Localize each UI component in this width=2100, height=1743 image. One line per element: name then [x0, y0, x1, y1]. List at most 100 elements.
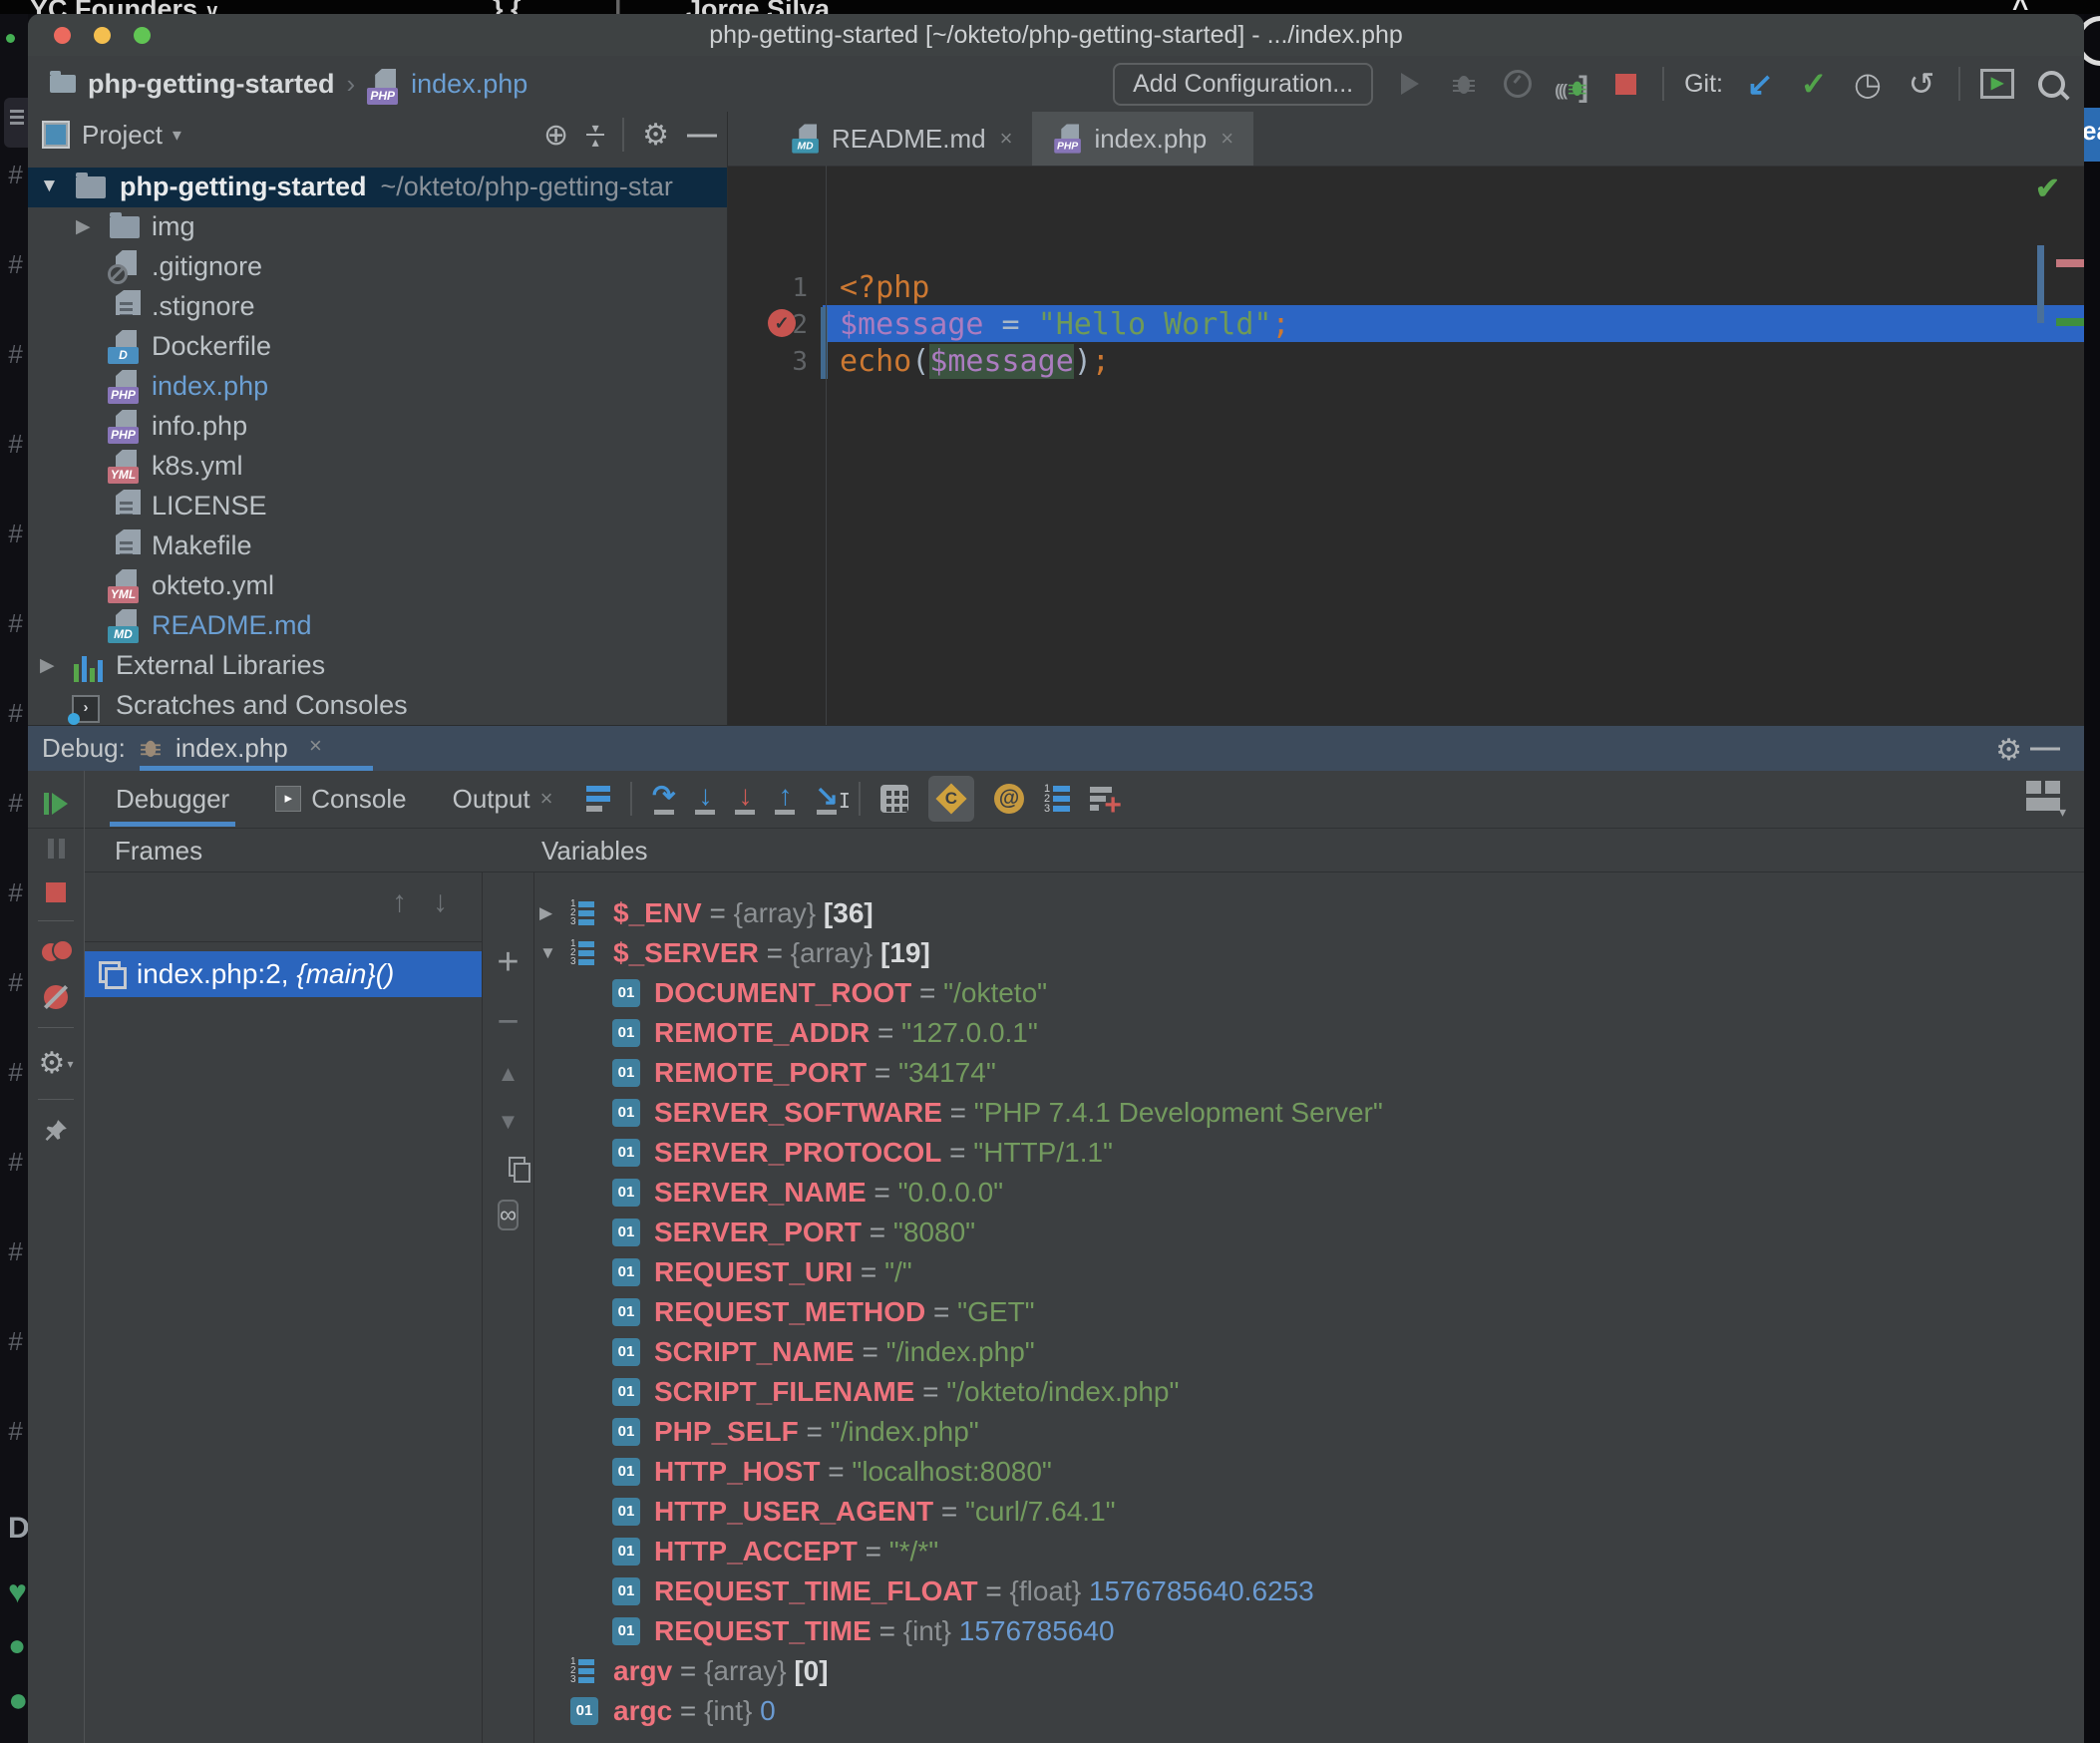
stop-icon[interactable]: [1608, 67, 1642, 101]
variable-row-http_accept[interactable]: 01HTTP_ACCEPT = "*/*": [532, 1532, 2084, 1571]
breadcrumb-file[interactable]: index.php: [411, 69, 527, 100]
variable-row-_env[interactable]: ▶123$_ENV = {array} [36]: [532, 893, 2084, 933]
tree-item-makefile[interactable]: Makefile: [28, 526, 727, 566]
chevron-right-icon[interactable]: ▶: [76, 215, 91, 238]
variable-row-php_self[interactable]: 01PHP_SELF = "/index.php": [532, 1412, 2084, 1452]
error-stripe-breakpoint-mark[interactable]: [2056, 259, 2084, 267]
tree-item-root[interactable]: ▼php-getting-started~/okteto/php-getting…: [28, 168, 727, 207]
variable-row-request_time_float[interactable]: 01REQUEST_TIME_FLOAT = {float} 157678564…: [532, 1571, 2084, 1611]
debugger-tab-debugger[interactable]: Debugger: [116, 771, 229, 827]
step-over-icon[interactable]: ↷: [652, 783, 675, 815]
tree-item-okteto-yml[interactable]: YMLokteto.yml: [28, 566, 727, 606]
layout-settings-icon[interactable]: ▾: [2026, 781, 2062, 813]
tree-item--gitignore[interactable]: .gitignore: [28, 247, 727, 287]
variable-row-script_name[interactable]: 01SCRIPT_NAME = "/index.php": [532, 1332, 2084, 1372]
close-icon[interactable]: ×: [540, 771, 553, 827]
chevron-down-icon[interactable]: ▼: [539, 933, 556, 973]
run-anything-icon[interactable]: ▶: [1980, 67, 2014, 101]
mute-breakpoints-icon[interactable]: [44, 985, 68, 1009]
debugger-tab-output[interactable]: Output×: [453, 771, 553, 827]
debugger-tab-console[interactable]: ▸Console: [275, 771, 406, 827]
breadcrumb-project[interactable]: php-getting-started: [88, 69, 334, 100]
search-everywhere-icon[interactable]: [2034, 67, 2068, 101]
tree-item-dockerfile[interactable]: DDockerfile: [28, 327, 727, 367]
history-clock-icon[interactable]: ◷: [1851, 67, 1885, 101]
editor-tab-readme-md[interactable]: MDREADME.md×: [770, 112, 1032, 166]
show-values-inline-icon[interactable]: C: [928, 776, 974, 822]
variable-row-server_protocol[interactable]: 01SERVER_PROTOCOL = "HTTP/1.1": [532, 1133, 2084, 1173]
remove-watch-icon[interactable]: −: [483, 1001, 533, 1044]
code-line-2[interactable]: $message = "Hello World";: [840, 306, 1290, 343]
code-line-3[interactable]: echo($message);: [840, 343, 1110, 380]
tree-item-license[interactable]: LICENSE: [28, 487, 727, 526]
chevron-right-icon[interactable]: ▶: [539, 893, 552, 933]
next-frame-icon[interactable]: ↓: [433, 885, 448, 919]
variable-row-request_uri[interactable]: 01REQUEST_URI = "/": [532, 1252, 2084, 1292]
error-stripe-selection-mark[interactable]: [2056, 318, 2084, 326]
show-watches-icon[interactable]: ∞: [483, 1201, 533, 1230]
add-to-watches-icon[interactable]: +: [1090, 787, 1112, 811]
step-out-icon[interactable]: ↑: [775, 783, 795, 815]
watch-return-values-icon[interactable]: @: [994, 784, 1024, 814]
chevron-down-icon[interactable]: ▼: [40, 175, 59, 197]
attach-debugger-icon[interactable]: (((]: [1555, 67, 1588, 101]
gear-icon[interactable]: ⚙: [1995, 733, 2022, 768]
add-watch-icon[interactable]: +: [483, 941, 533, 984]
locate-file-icon[interactable]: ⊕: [543, 118, 568, 153]
tree-item--stignore[interactable]: .stignore: [28, 287, 727, 327]
evaluate-expression-icon[interactable]: [880, 785, 908, 813]
step-into-icon[interactable]: ↓: [695, 783, 715, 815]
variable-row-request_time[interactable]: 01REQUEST_TIME = {int} 1576785640: [532, 1611, 2084, 1651]
stop-icon[interactable]: [46, 882, 66, 902]
pause-program-icon[interactable]: [48, 839, 65, 859]
variable-row-remote_port[interactable]: 01REMOTE_PORT = "34174": [532, 1053, 2084, 1093]
run-icon[interactable]: [1393, 67, 1427, 101]
variable-row-document_root[interactable]: 01DOCUMENT_ROOT = "/okteto": [532, 973, 2084, 1013]
code-line-1[interactable]: <?php: [840, 269, 929, 306]
tree-item-k8s-yml[interactable]: YMLk8s.yml: [28, 447, 727, 487]
hide-panel-icon[interactable]: —: [687, 118, 717, 152]
resume-program-icon[interactable]: [44, 793, 68, 815]
git-commit-icon[interactable]: ✓: [1797, 67, 1831, 101]
chevron-down-icon[interactable]: ▾: [173, 125, 181, 146]
variable-row-request_method[interactable]: 01REQUEST_METHOD = "GET": [532, 1292, 2084, 1332]
variable-row-http_user_agent[interactable]: 01HTTP_USER_AGENT = "curl/7.64.1": [532, 1492, 2084, 1532]
debug-session-tab[interactable]: index.php: [175, 733, 288, 764]
variable-row-script_filename[interactable]: 01SCRIPT_FILENAME = "/okteto/index.php": [532, 1372, 2084, 1412]
collapse-all-icon[interactable]: ▾▴: [586, 124, 604, 146]
close-icon[interactable]: ×: [1221, 126, 1233, 152]
variable-row-_server[interactable]: ▼123$_SERVER = {array} [19]: [532, 933, 2084, 973]
gear-icon[interactable]: ⚙: [642, 118, 669, 153]
run-to-cursor-icon[interactable]: ↘I: [815, 783, 838, 815]
tree-item-external-libraries[interactable]: ▶External Libraries: [28, 646, 727, 686]
close-icon[interactable]: ×: [1000, 126, 1013, 152]
move-watch-down-icon[interactable]: ▼: [483, 1109, 533, 1135]
show-execution-point-icon[interactable]: [586, 786, 610, 812]
tree-item-scratches-and-consoles[interactable]: ›Scratches and Consoles: [28, 686, 727, 725]
view-as-list-icon[interactable]: 1 2 3: [1044, 785, 1070, 813]
editor-scrollbar-thumb[interactable]: [2037, 245, 2044, 323]
inspections-ok-icon[interactable]: ✔: [2035, 172, 2060, 206]
force-step-into-icon[interactable]: ↓: [735, 783, 755, 815]
hide-panel-icon[interactable]: —: [2030, 731, 2060, 765]
debugger-settings-icon[interactable]: ⚙▾: [39, 1046, 74, 1081]
tree-item-readme-md[interactable]: MDREADME.md: [28, 606, 727, 646]
variable-row-argv[interactable]: 123argv = {array} [0]: [532, 1651, 2084, 1691]
variable-row-server_software[interactable]: 01SERVER_SOFTWARE = "PHP 7.4.1 Developme…: [532, 1093, 2084, 1133]
chevron-right-icon[interactable]: ▶: [40, 654, 55, 677]
git-update-icon[interactable]: ↙: [1743, 67, 1777, 101]
view-breakpoints-icon[interactable]: [42, 939, 70, 961]
tree-item-index-php[interactable]: PHPindex.php: [28, 367, 727, 407]
pin-tab-icon[interactable]: [43, 1118, 69, 1144]
profiler-icon[interactable]: [1501, 67, 1535, 101]
stack-frame-row[interactable]: index.php:2, {main}(): [85, 951, 482, 997]
close-icon[interactable]: ×: [309, 733, 322, 759]
previous-frame-icon[interactable]: ↑: [392, 885, 407, 919]
project-panel-title[interactable]: Project: [82, 120, 163, 151]
variable-row-remote_addr[interactable]: 01REMOTE_ADDR = "127.0.0.1": [532, 1013, 2084, 1053]
variable-row-server_name[interactable]: 01SERVER_NAME = "0.0.0.0": [532, 1173, 2084, 1213]
tree-item-img[interactable]: ▶img: [28, 207, 727, 247]
variable-row-http_host[interactable]: 01HTTP_HOST = "localhost:8080": [532, 1452, 2084, 1492]
tree-item-info-php[interactable]: PHPinfo.php: [28, 407, 727, 447]
variable-row-server_port[interactable]: 01SERVER_PORT = "8080": [532, 1213, 2084, 1252]
